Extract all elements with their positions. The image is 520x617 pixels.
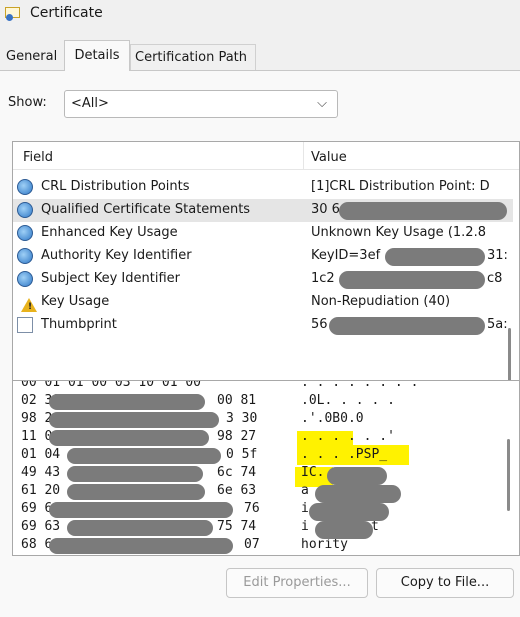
redaction [339,271,485,289]
field-name: Enhanced Key Usage [41,225,178,240]
field-name: Qualified Certificate Statements [41,202,251,217]
redaction [67,466,203,482]
column-header-value[interactable]: Value [311,150,347,165]
redaction [309,503,389,521]
redaction [49,430,209,446]
field-name: Subject Key Identifier [41,271,180,286]
show-dropdown-value: <All> [71,96,109,111]
fields-header: Field Value [13,142,519,170]
extension-icon [17,271,33,287]
redaction [327,467,387,485]
details-panel: Show: <All> ⌵ Field Value CRL Distributi… [0,70,520,617]
redaction [67,484,205,500]
edit-properties-button[interactable]: Edit Properties... [226,568,368,598]
hex-row: 00 01 01 00 03 10 01 00 . . . . . . . . [21,380,419,390]
redaction [49,412,219,428]
field-row[interactable]: Thumbprint 56 5a: [13,314,513,337]
copy-to-file-button[interactable]: Copy to File... [376,568,514,598]
extension-icon [17,179,33,195]
hex-value-view[interactable]: 00 01 01 00 03 10 01 00 . . . . . . . . … [12,380,520,556]
field-value: Unknown Key Usage (1.2.8 [311,225,486,240]
extension-icon [17,202,33,218]
tab-details[interactable]: Details [64,40,130,71]
tab-certification-path[interactable]: Certification Path [130,44,256,70]
field-name: CRL Distribution Points [41,179,190,194]
field-value: Non-Repudiation (40) [311,294,451,309]
redaction [315,485,401,503]
field-row[interactable]: Authority Key Identifier KeyID=3ef 31: [13,245,513,268]
field-row[interactable]: Subject Key Identifier 1c2 c8 [13,268,513,291]
redaction [315,521,373,539]
redaction [49,394,205,410]
redaction [329,317,485,335]
field-row-selected[interactable]: Qualified Certificate Statements 30 6d [13,199,513,222]
fields-vertical-scrollbar[interactable] [508,328,511,388]
redaction [49,538,233,554]
field-row[interactable]: Enhanced Key Usage Unknown Key Usage (1.… [13,222,513,245]
field-name: Key Usage [41,294,110,309]
field-row[interactable]: ! Key Usage Non-Repudiation (40) [13,291,513,314]
warning-icon: ! [17,294,37,312]
title-bar: Certificate [0,0,520,26]
redaction [49,502,233,518]
field-value-tail: 31: [487,248,507,263]
hex-vertical-scrollbar[interactable] [507,439,510,511]
show-label: Show: [8,95,47,110]
field-value-tail: 5a: [487,317,507,332]
field-value-tail: c8 [487,271,503,286]
field-row[interactable]: CRL Distribution Points [1]CRL Distribut… [13,176,513,199]
field-name: Authority Key Identifier [41,248,192,263]
document-icon [17,317,33,333]
window-title: Certificate [30,5,103,21]
column-header-field[interactable]: Field [23,150,53,165]
show-dropdown[interactable]: <All> ⌵ [64,90,338,118]
redaction [385,248,485,266]
field-value: [1]CRL Distribution Point: D [311,179,490,194]
extension-icon [17,248,33,264]
redaction [67,448,221,464]
field-name: Thumbprint [41,317,117,332]
chevron-down-icon: ⌵ [317,96,327,111]
certificate-icon [4,4,22,22]
redaction [339,202,507,220]
tab-general[interactable]: General [2,44,64,70]
extension-icon [17,225,33,241]
redaction [67,520,213,536]
tab-strip: General Details Certification Path [0,38,520,71]
